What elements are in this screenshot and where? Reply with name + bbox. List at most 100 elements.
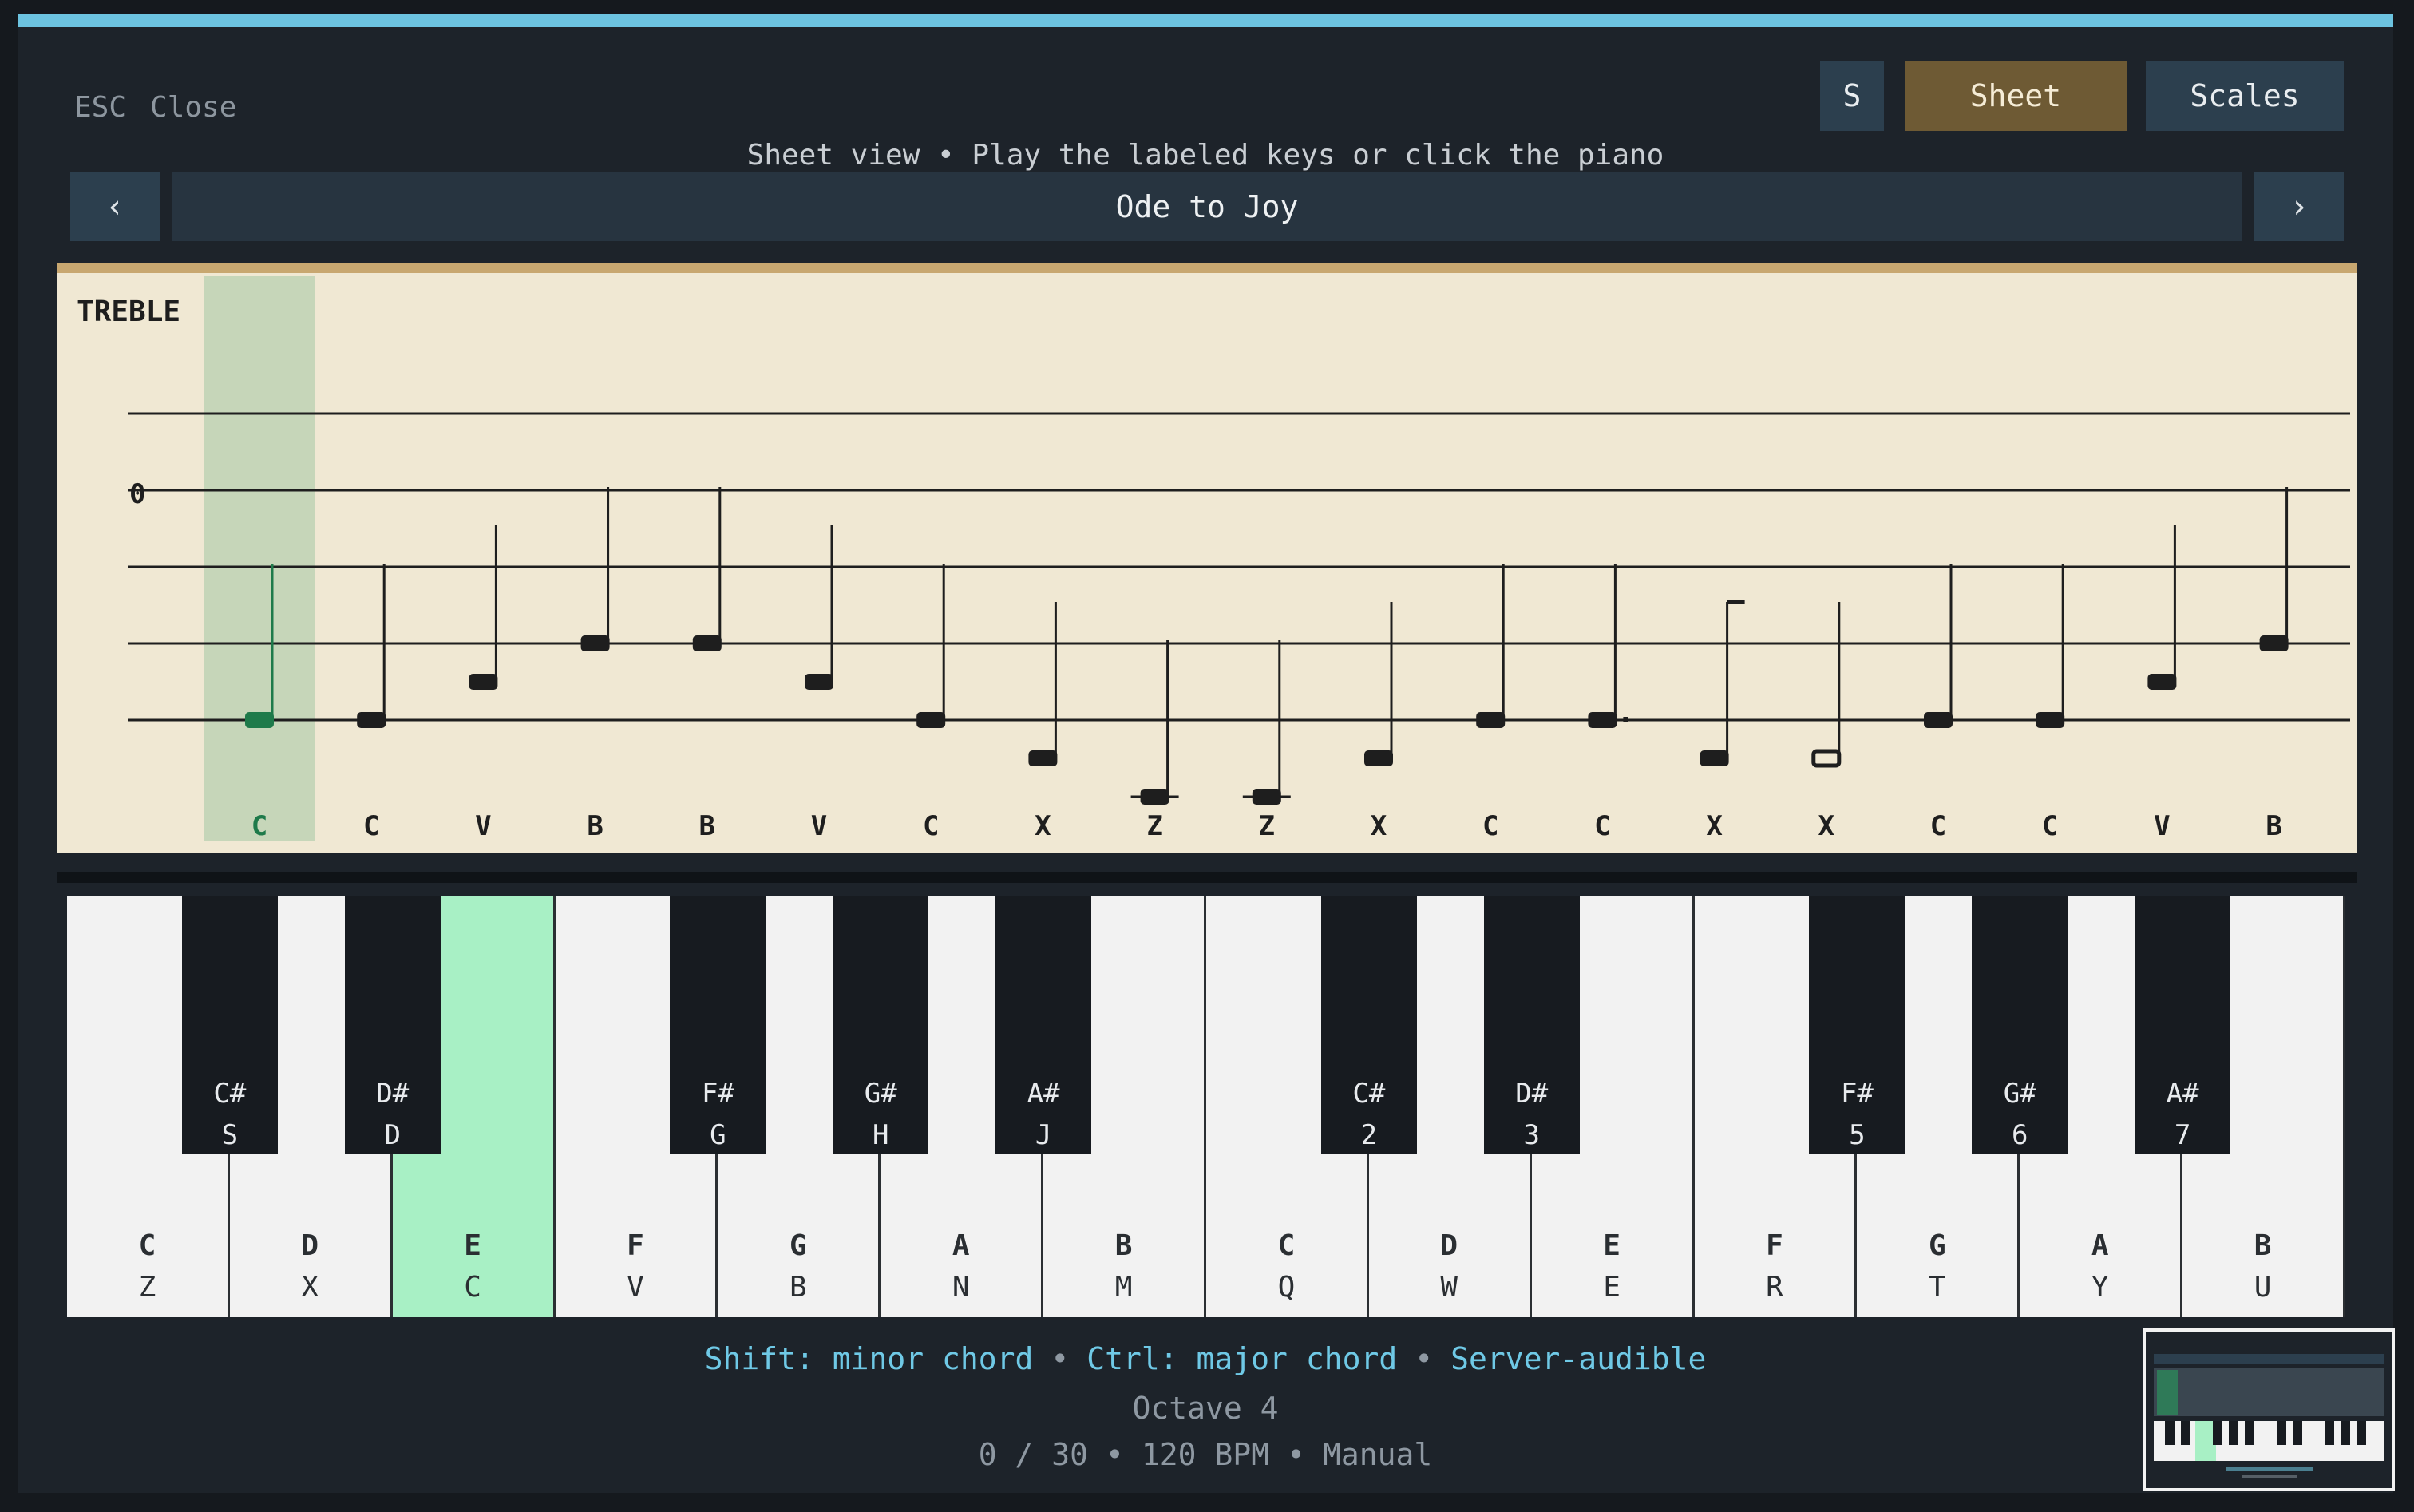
next-song-button[interactable]: › xyxy=(2254,172,2344,241)
sheet-note-5[interactable]: V xyxy=(805,525,833,842)
key-binding-label: N xyxy=(952,1271,970,1304)
hint-major-chord: Ctrl: major chord xyxy=(1086,1341,1398,1376)
key-binding-label: W xyxy=(1440,1271,1458,1304)
time-signature-marker: 0 xyxy=(129,478,145,510)
key-binding-label: J xyxy=(1035,1119,1052,1151)
sheet-tab-button[interactable]: Sheet xyxy=(1905,61,2127,131)
black-key-g-sharp-8[interactable]: G# 6 xyxy=(1972,896,2068,1154)
black-key-c-sharp-5[interactable]: C# 2 xyxy=(1320,896,1417,1154)
key-note-label: E xyxy=(464,1229,481,1262)
separator: • xyxy=(1106,1437,1124,1472)
key-binding-label: 5 xyxy=(1849,1119,1866,1151)
sheet-note-4[interactable]: B xyxy=(692,487,722,842)
progress-counter: 0 / 30 xyxy=(978,1437,1089,1472)
key-binding-label: B xyxy=(789,1271,807,1304)
chord-hints: Shift: minor chord • Ctrl: major chord • Ser… xyxy=(18,1341,2393,1376)
key-binding-label: M xyxy=(1114,1271,1133,1304)
preview-thumbnail[interactable] xyxy=(2143,1328,2395,1491)
tempo: 120 BPM xyxy=(1141,1437,1270,1472)
key-note-label: A xyxy=(952,1229,970,1262)
key-note-label: A xyxy=(2091,1229,2109,1262)
sheet-note-key-label: B xyxy=(699,810,715,842)
sheet-note-key-label: C xyxy=(251,810,267,842)
key-note-label: G# xyxy=(2003,1078,2036,1110)
sheet-note-7[interactable]: X xyxy=(1028,602,1058,842)
hint-server-audible: Server-audible xyxy=(1450,1341,1707,1376)
black-key-f-sharp-7[interactable]: F# 5 xyxy=(1809,896,1905,1154)
sheet-note-key-label: C xyxy=(2042,810,2058,842)
s-button[interactable]: S xyxy=(1820,61,1884,131)
sheet-note-2[interactable]: V xyxy=(469,525,498,842)
key-note-label: B xyxy=(1114,1229,1133,1262)
key-binding-label: 2 xyxy=(1360,1119,1378,1151)
key-binding-label: C xyxy=(464,1271,481,1304)
sheet-music[interactable]: 0 C C V B B V C X Z Z X C C X X C C V B TREBLE xyxy=(57,263,2357,853)
sheet-note-11[interactable]: C xyxy=(1476,564,1506,842)
sheet-note-8[interactable]: Z xyxy=(1130,640,1179,842)
key-note-label: D# xyxy=(376,1078,410,1110)
sheet-note-3[interactable]: B xyxy=(580,487,610,842)
key-binding-label: 7 xyxy=(2174,1119,2191,1151)
sheet-note-10[interactable]: X xyxy=(1364,602,1393,842)
key-binding-label: Q xyxy=(1277,1271,1296,1304)
key-binding-label: X xyxy=(301,1271,319,1304)
key-binding-label: H xyxy=(873,1119,889,1151)
key-note-label: A# xyxy=(1027,1078,1060,1110)
key-note-label: D xyxy=(301,1229,319,1262)
sheet-note-13[interactable]: X xyxy=(1700,600,1745,842)
key-note-label: G xyxy=(1929,1229,1946,1262)
key-binding-label: R xyxy=(1766,1271,1783,1304)
sheet-note-12[interactable]: C xyxy=(1588,564,1628,842)
sheet-note-key-label: X xyxy=(1371,810,1387,842)
close-control[interactable]: ESC Close xyxy=(74,91,236,124)
sheet-note-key-label: X xyxy=(1035,810,1051,842)
scales-tab-button[interactable]: Scales xyxy=(2146,61,2344,131)
current-note-highlight xyxy=(204,276,315,841)
sheet-note-17[interactable]: V xyxy=(2147,525,2177,842)
sheet-note-key-label: C xyxy=(923,810,939,842)
separator: • xyxy=(1287,1437,1305,1472)
sheet-note-9[interactable]: Z xyxy=(1242,640,1291,842)
hint-minor-chord: Shift: minor chord xyxy=(704,1341,1034,1376)
black-key-g-sharp-3[interactable]: G# H xyxy=(833,896,929,1154)
black-key-f-sharp-2[interactable]: F# G xyxy=(670,896,766,1154)
key-note-label: F xyxy=(627,1229,644,1262)
key-note-label: B xyxy=(2254,1229,2272,1262)
play-mode: Manual xyxy=(1322,1437,1433,1472)
sheet-note-key-label: C xyxy=(1594,810,1610,842)
black-key-a-sharp-9[interactable]: A# 7 xyxy=(2135,896,2231,1154)
preview-thumbnail-image xyxy=(2146,1332,2392,1488)
sheet-note-6[interactable]: C xyxy=(916,564,946,842)
clef-label: TREBLE xyxy=(77,295,181,328)
black-key-d-sharp-6[interactable]: D# 3 xyxy=(1483,896,1580,1154)
key-note-label: D xyxy=(1440,1229,1458,1262)
key-binding-label: Z xyxy=(138,1271,156,1304)
key-note-label: F xyxy=(1766,1229,1783,1262)
key-binding-label: U xyxy=(2254,1271,2272,1304)
chevron-right-icon: › xyxy=(2289,188,2309,225)
accent-bar xyxy=(18,14,2393,27)
status-line: 0 / 30 • 120 BPM • Manual xyxy=(18,1437,2393,1472)
sheet-note-14[interactable]: X xyxy=(1811,602,1842,842)
prev-song-button[interactable]: ‹ xyxy=(70,172,160,241)
key-binding-label: D xyxy=(384,1119,401,1151)
sheet-note-16[interactable]: C xyxy=(2036,564,2065,842)
black-key-c-sharp-0[interactable]: C# S xyxy=(181,896,278,1154)
sheet-note-18[interactable]: B xyxy=(2259,487,2289,842)
sheet-piano-divider xyxy=(57,872,2357,883)
key-note-label: A# xyxy=(2166,1078,2199,1110)
key-note-label: C# xyxy=(213,1078,247,1110)
esc-key-hint: ESC xyxy=(74,91,127,124)
black-key-a-sharp-4[interactable]: A# J xyxy=(995,896,1092,1154)
key-note-label: G# xyxy=(864,1078,897,1110)
piano-keyboard: C Z D X E C F V G B A N B M C Q D W E E F R G T A Y B U C# S D# D F# G G# H… xyxy=(67,896,2345,1317)
black-key-d-sharp-1[interactable]: D# D xyxy=(344,896,441,1154)
sheet-note-1[interactable]: C xyxy=(357,564,386,842)
sheet-note-key-label: V xyxy=(2154,810,2170,842)
key-note-label: E xyxy=(1603,1229,1621,1262)
sheet-note-key-label: Z xyxy=(1146,810,1162,842)
key-binding-label: T xyxy=(1929,1271,1946,1304)
key-binding-label: G xyxy=(710,1119,726,1151)
sheet-note-15[interactable]: C xyxy=(1924,564,1953,842)
sheet-note-key-label: C xyxy=(1482,810,1498,842)
